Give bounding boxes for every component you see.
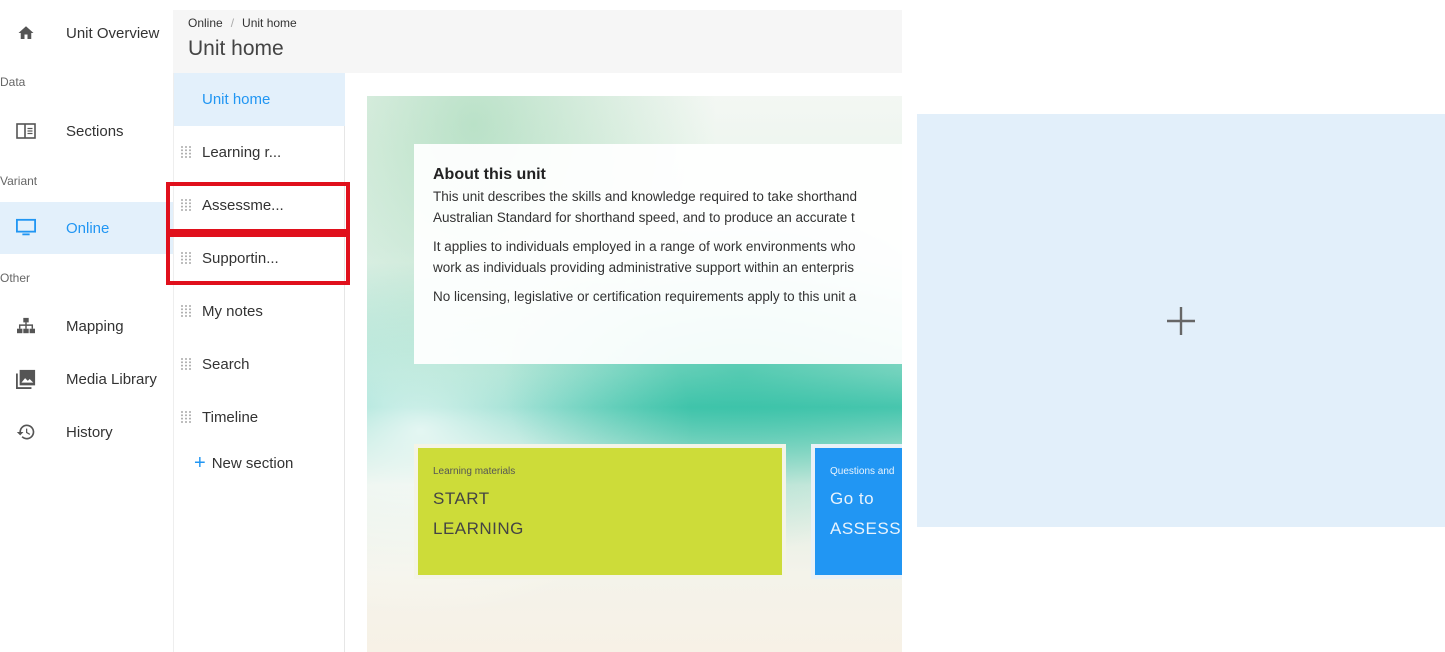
section-label: Timeline bbox=[202, 409, 259, 426]
unit-home-preview: About this unit This unit describes the … bbox=[367, 96, 902, 652]
left-navigation: Unit Overview Data Sections Variant Onli… bbox=[0, 0, 173, 652]
about-paragraph-3-line-1: No licensing, legislative or certificati… bbox=[433, 289, 857, 304]
breadcrumb: Online / Unit home bbox=[188, 16, 297, 30]
about-paragraph-2-line-1: It applies to individuals employed in a … bbox=[433, 239, 856, 254]
new-section-button[interactable]: + New section bbox=[194, 453, 293, 473]
nav-media-library[interactable]: Media Library bbox=[0, 353, 173, 405]
nav-label: Online bbox=[66, 219, 110, 237]
tile-line-1: Go to bbox=[830, 489, 875, 508]
section-item-timeline[interactable]: Timeline bbox=[174, 391, 345, 444]
section-item-unit-home[interactable]: Unit home bbox=[174, 73, 345, 126]
plus-icon bbox=[1165, 298, 1197, 344]
page-title: Unit home bbox=[188, 37, 284, 60]
about-paragraph-2: It applies to individuals employed in a … bbox=[433, 236, 895, 278]
about-title: About this unit bbox=[433, 166, 546, 183]
section-label: Supportin... bbox=[202, 250, 279, 267]
nav-group-other: Other bbox=[0, 271, 31, 285]
nav-label: History bbox=[66, 423, 113, 441]
section-item-my-notes[interactable]: My notes bbox=[174, 285, 345, 338]
nav-online[interactable]: Online bbox=[0, 202, 173, 254]
monitor-icon bbox=[15, 217, 37, 239]
nav-label: Mapping bbox=[66, 317, 124, 335]
tile-caption: Questions and bbox=[830, 466, 895, 477]
go-to-assessment-tile[interactable]: Questions and Go to ASSESS bbox=[811, 444, 902, 579]
about-paragraph-3: No licensing, legislative or certificati… bbox=[433, 286, 895, 307]
section-label: My notes bbox=[202, 303, 263, 320]
sections-icon bbox=[15, 120, 37, 142]
nav-group-data: Data bbox=[0, 75, 26, 89]
about-paragraph-1: This unit describes the skills and knowl… bbox=[433, 186, 895, 228]
section-label: Search bbox=[202, 356, 250, 373]
section-item-learning-resources[interactable]: Learning r... bbox=[174, 126, 345, 179]
section-label: Unit home bbox=[202, 91, 271, 108]
nav-history[interactable]: History bbox=[0, 406, 173, 458]
about-card: About this unit This unit describes the … bbox=[414, 144, 902, 364]
breadcrumb-unit-home: Unit home bbox=[242, 16, 297, 30]
start-learning-tile[interactable]: Learning materials START LEARNING bbox=[414, 444, 786, 579]
nav-label: Unit Overview bbox=[66, 24, 160, 42]
drag-handle-icon[interactable] bbox=[180, 145, 192, 159]
section-list: Unit home Learning r... Assessme... Supp… bbox=[173, 73, 345, 652]
drag-handle-icon[interactable] bbox=[180, 198, 192, 212]
drag-handle-icon[interactable] bbox=[180, 410, 192, 424]
section-item-assessment[interactable]: Assessme... bbox=[174, 179, 345, 232]
sitemap-icon bbox=[15, 315, 37, 337]
nav-mapping[interactable]: Mapping bbox=[0, 300, 173, 352]
about-paragraph-2-line-2: work as individuals providing administra… bbox=[433, 260, 854, 275]
section-item-supporting[interactable]: Supportin... bbox=[174, 232, 345, 285]
section-label: Learning r... bbox=[202, 144, 282, 161]
history-icon bbox=[15, 421, 37, 443]
nav-label: Sections bbox=[66, 122, 124, 140]
image-library-icon bbox=[15, 368, 37, 390]
nav-group-variant: Variant bbox=[0, 174, 38, 188]
nav-label: Media Library bbox=[66, 370, 157, 388]
section-label: Assessme... bbox=[202, 197, 284, 214]
breadcrumb-online[interactable]: Online bbox=[188, 16, 223, 30]
tile-line-1: START bbox=[433, 489, 490, 508]
tile-caption: Learning materials bbox=[433, 466, 516, 477]
plus-icon: + bbox=[194, 452, 206, 474]
nav-unit-overview[interactable]: Unit Overview bbox=[0, 7, 173, 59]
nav-sections[interactable]: Sections bbox=[0, 105, 173, 157]
home-icon bbox=[15, 22, 37, 44]
tile-line-2: ASSESS bbox=[830, 519, 902, 538]
page-header: Online / Unit home Unit home bbox=[173, 10, 902, 73]
new-section-label: New section bbox=[211, 454, 294, 472]
add-block-panel[interactable] bbox=[917, 114, 1445, 527]
about-paragraph-1-line-2: Australian Standard for shorthand speed,… bbox=[433, 210, 855, 225]
section-item-search[interactable]: Search bbox=[174, 338, 345, 391]
tile-line-2: LEARNING bbox=[433, 519, 524, 538]
drag-handle-icon[interactable] bbox=[180, 251, 192, 265]
breadcrumb-separator: / bbox=[230, 16, 235, 30]
about-paragraph-1-line-1: This unit describes the skills and knowl… bbox=[433, 189, 857, 204]
drag-handle-icon[interactable] bbox=[180, 304, 192, 318]
drag-handle-icon[interactable] bbox=[180, 357, 192, 371]
